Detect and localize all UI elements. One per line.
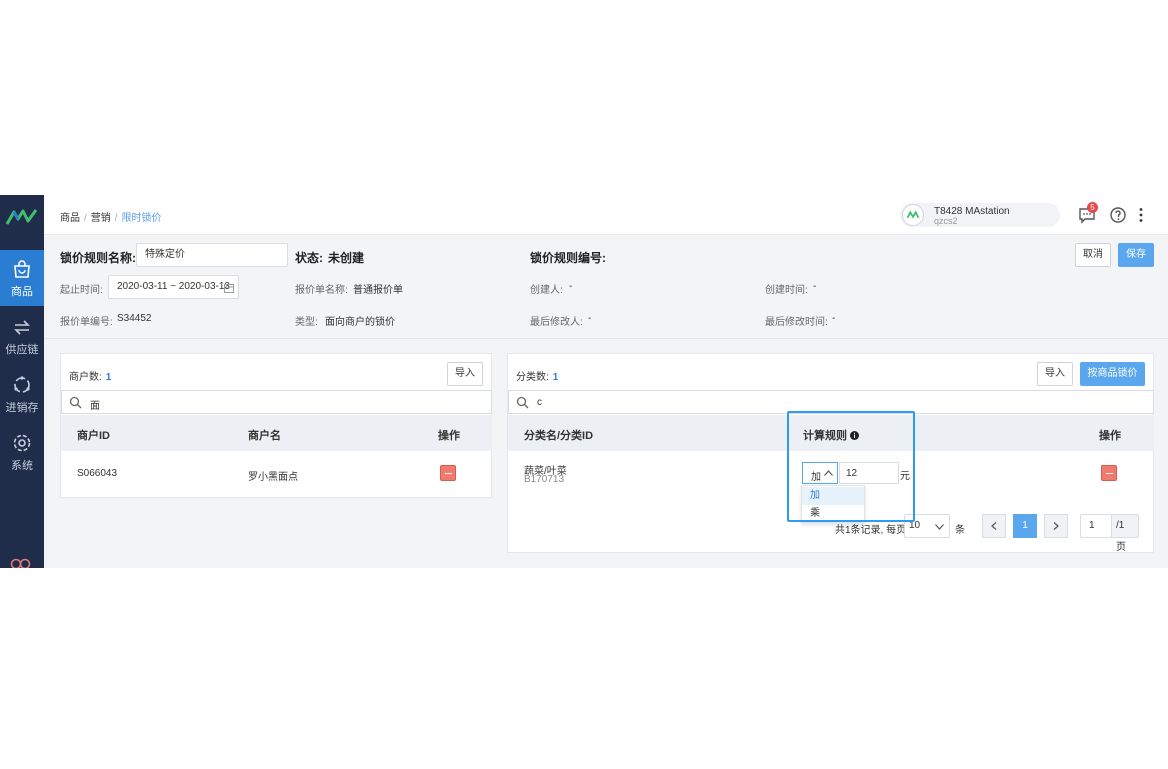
modified-time-value: - — [832, 313, 836, 324]
status-label: 状态: — [295, 251, 323, 265]
modifier-value: - — [588, 313, 592, 324]
sidebar-item-label: 进销存 — [5, 402, 39, 414]
sidebar-item-label: 供应链 — [5, 344, 39, 356]
created-time-label: 创建时间: — [765, 285, 808, 296]
lock-by-goods-button[interactable]: 按商品锁价 — [1080, 362, 1145, 386]
prev-page-button[interactable] — [982, 514, 1006, 538]
delete-button[interactable] — [440, 465, 456, 481]
goto-page-input[interactable]: 1 — [1080, 514, 1112, 538]
chevron-left-icon — [991, 522, 997, 530]
page-size-unit: 条 — [955, 525, 965, 536]
brand-logo — [5, 209, 38, 225]
breadcrumb-item[interactable]: 商品 — [60, 213, 80, 224]
column-header: 商户名 — [248, 430, 281, 442]
breadcrumb: 商品 / 营销 / 限时锁价 — [60, 213, 162, 224]
status-value: 未创建 — [328, 251, 365, 265]
column-header: 分类名/分类ID — [524, 430, 594, 442]
type-value: 面向商户的锁价 — [325, 317, 395, 328]
sidebar-item-system[interactable]: 系统 — [0, 424, 44, 480]
modifier-label: 最后修改人: — [530, 317, 583, 328]
category-count-label: 分类数: — [516, 372, 549, 383]
total-pages: /1页 — [1111, 514, 1139, 553]
time-range-picker[interactable]: 2020-03-11 ~ 2020-03-13 — [108, 275, 239, 299]
rule-no-label: 锁价规则编号: — [530, 251, 606, 265]
shopping-bag-icon — [14, 260, 30, 278]
collapse-icon[interactable] — [10, 557, 32, 568]
more-icon[interactable] — [1132, 206, 1150, 224]
created-time-value: - — [813, 281, 817, 292]
sidebar-item-label: 系统 — [11, 460, 33, 472]
merchant-id: S066043 — [77, 468, 118, 479]
notification-badge: 5 — [1087, 202, 1098, 213]
time-range-value: 2020-03-11 ~ 2020-03-13 — [117, 281, 230, 292]
next-page-button[interactable] — [1044, 514, 1068, 538]
search-icon — [516, 396, 529, 409]
sidebar-item-label: 商品 — [11, 286, 33, 298]
user-account: qzcs2 — [934, 216, 958, 226]
help-icon[interactable] — [1109, 206, 1127, 224]
quote-no-label: 报价单编号: — [60, 317, 113, 328]
chevron-right-icon — [1053, 522, 1059, 530]
rule-info-panel: 锁价规则名称: 特殊定价 状态: 未创建 锁价规则编号: 取消 保存 起止时间:… — [44, 235, 1168, 339]
app-window: 商品 供应链 进销存 系统 商品 / 营销 / 限时锁价 T8428 MAsta… — [0, 195, 1168, 568]
sidebar-item-goods[interactable]: 商品 — [0, 250, 44, 306]
merchant-search-value: 面 — [90, 401, 100, 412]
highlight-box — [787, 411, 915, 522]
top-header: 商品 / 营销 / 限时锁价 T8428 MAstation qzcs2 5 — [44, 195, 1168, 235]
category-import-button[interactable]: 导入 — [1037, 362, 1073, 386]
gear-icon — [13, 434, 31, 452]
delete-button[interactable] — [1101, 465, 1117, 481]
save-button[interactable]: 保存 — [1118, 243, 1154, 267]
quote-no-value: S34452 — [117, 313, 152, 324]
merchant-count: 商户数: 1 — [69, 368, 111, 383]
rule-name-label: 锁价规则名称: — [60, 251, 136, 265]
merchant-import-button[interactable]: 导入 — [447, 362, 483, 386]
type-label: 类型: — [295, 317, 318, 328]
cancel-button[interactable]: 取消 — [1075, 243, 1111, 267]
page-button-current[interactable]: 1 — [1013, 514, 1037, 538]
sidebar: 商品 供应链 进销存 系统 — [0, 195, 44, 568]
merchant-name: 罗小黑面点 — [248, 472, 298, 483]
breadcrumb-item[interactable]: 营销 — [91, 213, 111, 224]
merchant-count-label: 商户数: — [69, 372, 102, 383]
merchant-search-input[interactable]: 面 — [61, 390, 492, 414]
quote-name-label: 报价单名称: — [295, 285, 348, 296]
chevron-down-icon — [935, 524, 944, 530]
merchant-panel: 商户数: 1 导入 面 商户ID 商户名 操作 S066043 罗小黑面点 — [60, 353, 492, 498]
creator-value: - — [569, 281, 573, 292]
time-range-label: 起止时间: — [60, 285, 103, 296]
sidebar-item-supply-chain[interactable]: 供应链 — [0, 308, 44, 364]
merchant-table-header: 商户ID 商户名 操作 — [61, 415, 492, 451]
quote-name-value: 普通报价单 — [353, 285, 403, 296]
pagination-summary: 共1条记录, 每页 — [835, 525, 907, 536]
modified-time-label: 最后修改时间: — [765, 317, 828, 328]
search-icon — [69, 396, 82, 409]
sidebar-item-inventory[interactable]: 进销存 — [0, 366, 44, 422]
creator-label: 创建人: — [530, 285, 563, 296]
column-header: 操作 — [438, 430, 460, 442]
category-count-value: 1 — [552, 372, 559, 383]
category-search-value: c — [537, 397, 542, 408]
column-header: 商户ID — [77, 430, 110, 442]
merchant-count-value: 1 — [105, 372, 112, 383]
calendar-icon — [224, 284, 234, 293]
avatar — [902, 204, 924, 226]
breadcrumb-current: 限时锁价 — [121, 213, 162, 224]
category-id: B170713 — [524, 474, 565, 485]
column-header: 操作 — [1099, 430, 1121, 442]
cycle-icon — [14, 376, 30, 393]
user-menu[interactable]: T8428 MAstation qzcs2 — [900, 203, 1060, 227]
category-count: 分类数: 1 — [516, 368, 558, 383]
exchange-icon — [14, 320, 30, 335]
rule-name-input[interactable]: 特殊定价 — [136, 243, 288, 267]
